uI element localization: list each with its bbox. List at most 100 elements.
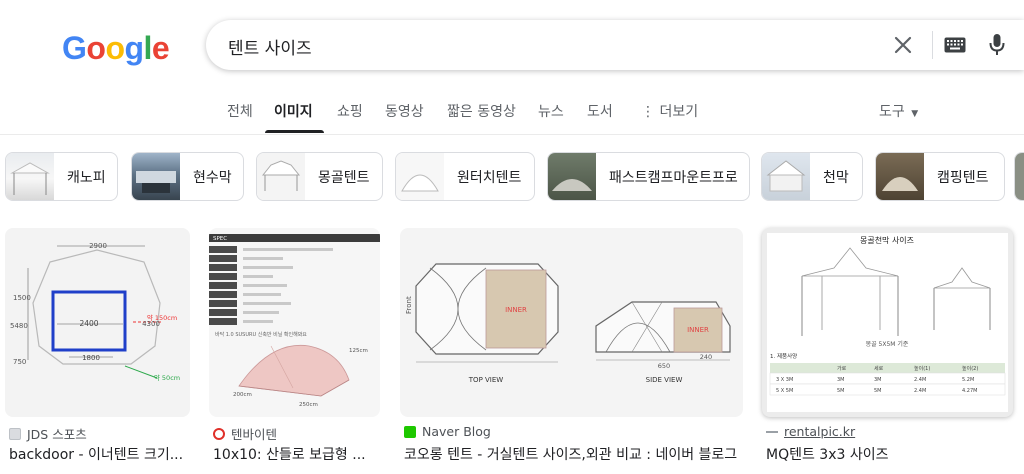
- chip-thumbnail: [876, 153, 924, 200]
- inner-label-top: INNER: [505, 306, 527, 314]
- tab-news[interactable]: 뉴스: [538, 101, 564, 121]
- result-image[interactable]: 몽골천막 사이즈 몽골 5X5M 기준 1. 제품사양 가로 세로 높이(1) …: [762, 228, 1013, 417]
- dim-top-label: 2900: [89, 242, 107, 250]
- chip-label: 천막: [823, 169, 849, 186]
- result-title[interactable]: backdoor - 이너텐트 크기...: [9, 444, 190, 464]
- search-input[interactable]: 텐트 사이즈: [228, 34, 312, 59]
- table-col-width: 가로: [837, 365, 847, 372]
- result-image[interactable]: Front INNER TOP VIEW INNER 650 240 SIDE …: [400, 228, 743, 417]
- image-result[interactable]: 2900 1500 5480 750 2400 1800 4300 약 150c…: [5, 228, 190, 463]
- page-favicon-icon: [766, 430, 778, 433]
- result-title[interactable]: MQ텐트 3x3 사이즈: [766, 444, 1013, 464]
- result-image[interactable]: 2900 1500 5480 750 2400 1800 4300 약 150c…: [5, 228, 190, 417]
- dim-height: 125cm: [349, 348, 368, 354]
- tab-more-label: 더보기: [659, 104, 699, 120]
- microphone-icon[interactable]: [986, 32, 1008, 58]
- dim-red-label: 약 150cm: [147, 313, 177, 322]
- dim-side-label: 1500: [13, 294, 31, 302]
- logo-letter: e: [151, 30, 170, 66]
- chip-thumbnail: [396, 153, 444, 200]
- result-source[interactable]: JDS 스포츠: [9, 424, 87, 443]
- tabs-divider: [0, 134, 1024, 135]
- tab-books[interactable]: 도서: [587, 101, 613, 121]
- chip-thumbnail: [132, 153, 180, 200]
- logo-letter: g: [124, 30, 144, 66]
- result-title[interactable]: 10x10: 산들로 보급형 ...: [213, 444, 381, 464]
- naver-blog-icon: [404, 425, 416, 438]
- source-name: JDS 스포츠: [27, 427, 87, 442]
- tab-images[interactable]: 이미지: [274, 101, 313, 121]
- image-result[interactable]: Front INNER TOP VIEW INNER 650 240 SIDE …: [400, 228, 743, 463]
- result-image[interactable]: SPEC 바닥 1.0 SUSURU 신축반 비닐 확인해봐요 125cm 20…: [209, 228, 380, 417]
- chip-thumbnail: [1015, 153, 1024, 200]
- keyboard-icon[interactable]: [944, 35, 966, 55]
- chip-banner[interactable]: 현수막: [131, 152, 244, 201]
- google-logo[interactable]: Google: [62, 30, 170, 67]
- image-caption: 몽골 5X5M 기준: [866, 340, 909, 348]
- dim-length: 250cm: [299, 402, 318, 408]
- chip-label: 원터치텐트: [457, 169, 522, 186]
- chip-label: 현수막: [193, 169, 232, 186]
- dim-width: 200cm: [233, 392, 252, 398]
- caret-down-icon: ▼: [911, 109, 919, 119]
- dim-bottom-label: 1800: [82, 354, 100, 362]
- image-heading: 몽골천막 사이즈: [860, 235, 914, 245]
- chip-label: 몽골텐트: [318, 169, 370, 186]
- chip-camping-tent[interactable]: 캠핑텐트: [875, 152, 1005, 201]
- table-col-height2: 높이(2): [962, 365, 978, 372]
- front-label: Front: [405, 296, 413, 314]
- chip-label: 캐노피: [67, 169, 106, 186]
- chip-mongol-tent[interactable]: 몽골텐트: [256, 152, 383, 201]
- dim-mid-label: 2400: [79, 319, 98, 328]
- chip-thumbnail: [6, 153, 54, 200]
- chip-canopy[interactable]: 캐노피: [5, 152, 118, 201]
- tab-shopping[interactable]: 쇼핑: [337, 101, 363, 121]
- dim-length-side: 650: [658, 362, 670, 370]
- more-vert-icon: ⋮: [641, 104, 655, 120]
- table-col-height1: 높이(1): [914, 365, 930, 372]
- dim-left-label: 5480: [10, 322, 28, 330]
- image-result[interactable]: SPEC 바닥 1.0 SUSURU 신축반 비닐 확인해봐요 125cm 20…: [209, 228, 380, 463]
- logo-letter: l: [143, 30, 153, 66]
- tab-all[interactable]: 전체: [227, 101, 253, 121]
- tab-more[interactable]: ⋮ 더보기: [641, 101, 698, 121]
- search-box[interactable]: 텐트 사이즈: [206, 20, 1024, 70]
- close-icon[interactable]: [892, 34, 914, 56]
- tab-short-videos[interactable]: 짧은 동영상: [447, 101, 516, 121]
- table-cell: 5.2M: [962, 377, 974, 383]
- chip-thumbnail: [762, 153, 810, 200]
- image-result[interactable]: 몽골천막 사이즈 몽골 5X5M 기준 1. 제품사양 가로 세로 높이(1) …: [762, 228, 1013, 463]
- source-name: rentalpic.kr: [784, 424, 856, 439]
- active-tab-indicator: [265, 130, 324, 133]
- source-name: Naver Blog: [422, 424, 491, 439]
- table-cell: 4.27M: [962, 388, 977, 394]
- chip-label: 캠핑텐트: [937, 169, 989, 186]
- result-source[interactable]: 텐바이텐: [213, 424, 277, 443]
- dim-side2-label: 750: [13, 358, 26, 366]
- result-source[interactable]: rentalpic.kr: [766, 424, 855, 439]
- table-col-depth: 세로: [874, 365, 884, 372]
- tools-button[interactable]: 도구 ▼: [879, 101, 918, 121]
- table-cell: 5M: [837, 388, 845, 394]
- dim-inner-side: 240: [700, 353, 712, 361]
- side-view-label: SIDE VIEW: [646, 376, 683, 384]
- page-favicon-icon: [9, 427, 21, 440]
- tab-videos[interactable]: 동영상: [385, 101, 424, 121]
- logo-letter: o: [105, 30, 125, 66]
- chip-label: 패스트캠프마운트프로: [609, 169, 738, 186]
- chip-awning[interactable]: 천막: [761, 152, 863, 201]
- chip-fastcamp-mount-pro[interactable]: 패스트캠프마운트프로: [547, 152, 750, 201]
- chip-thumbnail: [548, 153, 596, 200]
- table-cell: 2.4M: [914, 388, 926, 394]
- spec-note: 바닥 1.0 SUSURU 신축반 비닐 확인해봐요: [215, 331, 307, 338]
- result-title[interactable]: 코오롱 텐트 - 거실텐트 사이즈,외관 비교 : 네이버 블로그: [404, 444, 744, 464]
- search-divider: [932, 31, 933, 59]
- page-favicon-icon: [213, 427, 225, 440]
- table-title: 1. 제품사양: [770, 352, 797, 360]
- table-cell: 3M: [874, 377, 882, 383]
- source-name: 텐바이텐: [231, 427, 278, 442]
- spec-heading: SPEC: [213, 236, 227, 242]
- chip-one-touch-tent[interactable]: 원터치텐트: [395, 152, 535, 201]
- chip-overflow[interactable]: [1014, 152, 1024, 201]
- result-source[interactable]: Naver Blog: [404, 424, 491, 439]
